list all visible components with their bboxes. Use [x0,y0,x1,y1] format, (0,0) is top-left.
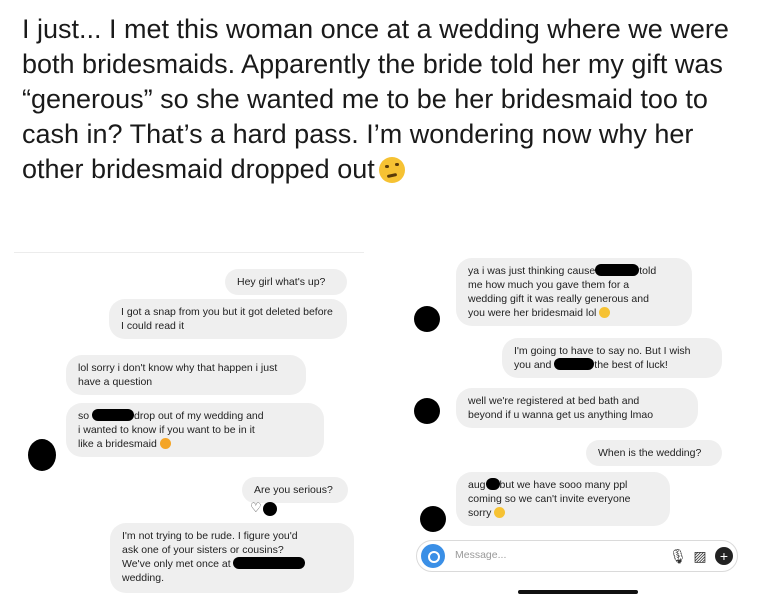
redaction-mark [263,502,277,516]
heart-eyes-emoji-icon [159,438,171,449]
message-text: so [78,410,90,422]
redaction-mark [485,478,500,490]
message-text: I got a snap from you but it got deleted… [121,306,333,332]
message-text: coming so we can't invite everyone [468,493,631,505]
avatar [420,506,446,532]
message-text: like a bridesmaid [78,438,157,450]
message-bubble: lol sorry i don't know why that happen i… [66,355,306,395]
smile-emoji-icon [494,507,506,518]
redaction-mark [232,557,305,569]
plus-icon[interactable]: + [715,547,733,565]
message-bubble: When is the wedding? [586,440,722,466]
message-bubble: well we're registered at bed bath and be… [456,388,698,428]
message-bubble: Hey girl what's up? [225,269,347,295]
message-text: We've only met once at [122,558,231,570]
message-text: Hey girl what's up? [237,276,326,288]
post-caption: I just... I met this woman once at a wed… [22,12,747,187]
message-text: i wanted to know if you want to be in it [78,424,255,436]
message-text: the best of luck! [594,359,668,371]
redaction-mark [554,358,595,370]
heart-icon[interactable]: ♡ [250,500,262,516]
message-text: you and [514,359,552,371]
message-text: I'm going to have to say no. But I wish [514,345,691,357]
message-bubble: so drop out of my wedding and i wanted t… [66,403,324,457]
message-bubble: I'm not trying to be rude. I figure you'… [110,523,354,593]
message-text: wedding gift it was really generous and [468,293,649,305]
avatar [28,439,56,471]
laughing-emoji-icon [599,307,611,318]
message-text: Are you serious? [254,484,333,496]
message-text: told [639,265,657,277]
message-text: ya i was just thinking cause [468,265,596,277]
message-input[interactable]: Message... [455,549,506,561]
redaction-mark [595,264,640,276]
left-chat-screenshot: Hey girl what's up? I got a snap from yo… [14,252,364,607]
message-text: I'm not trying to be rude. I figure you'… [122,530,298,542]
message-text: aug [468,479,486,491]
home-indicator [518,590,638,594]
avatar [414,306,440,332]
right-chat-screenshot: ya i was just thinking cause told me how … [400,252,752,606]
message-text: but we have sooo many ppl [499,479,628,491]
avatar [414,398,440,424]
message-text: sorry [468,507,492,519]
message-bubble: ya i was just thinking cause told me how … [456,258,692,326]
redaction-mark [92,409,135,421]
message-bubble: I got a snap from you but it got deleted… [109,299,347,339]
microphone-icon[interactable]: 🎙 [669,547,687,565]
message-text: you were her bridesmaid lol [468,307,597,319]
message-bubble: aug but we have sooo many ppl coming so w… [456,472,670,526]
message-bubble: I'm going to have to say no. But I wish … [502,338,722,378]
message-text: drop out of my wedding and [134,410,264,422]
camera-icon[interactable] [421,544,445,568]
message-text: When is the wedding? [598,447,702,459]
message-text: me how much you gave them for a [468,279,630,291]
message-text: ask one of your sisters or cousins? [122,544,284,556]
thinking-face-icon [378,157,405,183]
message-composer[interactable]: Message... 🎙 ▨ + [416,540,738,572]
message-text: beyond if u wanna get us anything lmao [468,409,654,421]
message-text: well we're registered at bed bath and [468,395,640,407]
message-text: lol sorry i don't know why that happen i… [78,362,278,388]
image-icon[interactable]: ▨ [691,547,709,565]
message-text: wedding. [122,572,165,584]
post-caption-text: I just... I met this woman once at a wed… [22,14,729,184]
